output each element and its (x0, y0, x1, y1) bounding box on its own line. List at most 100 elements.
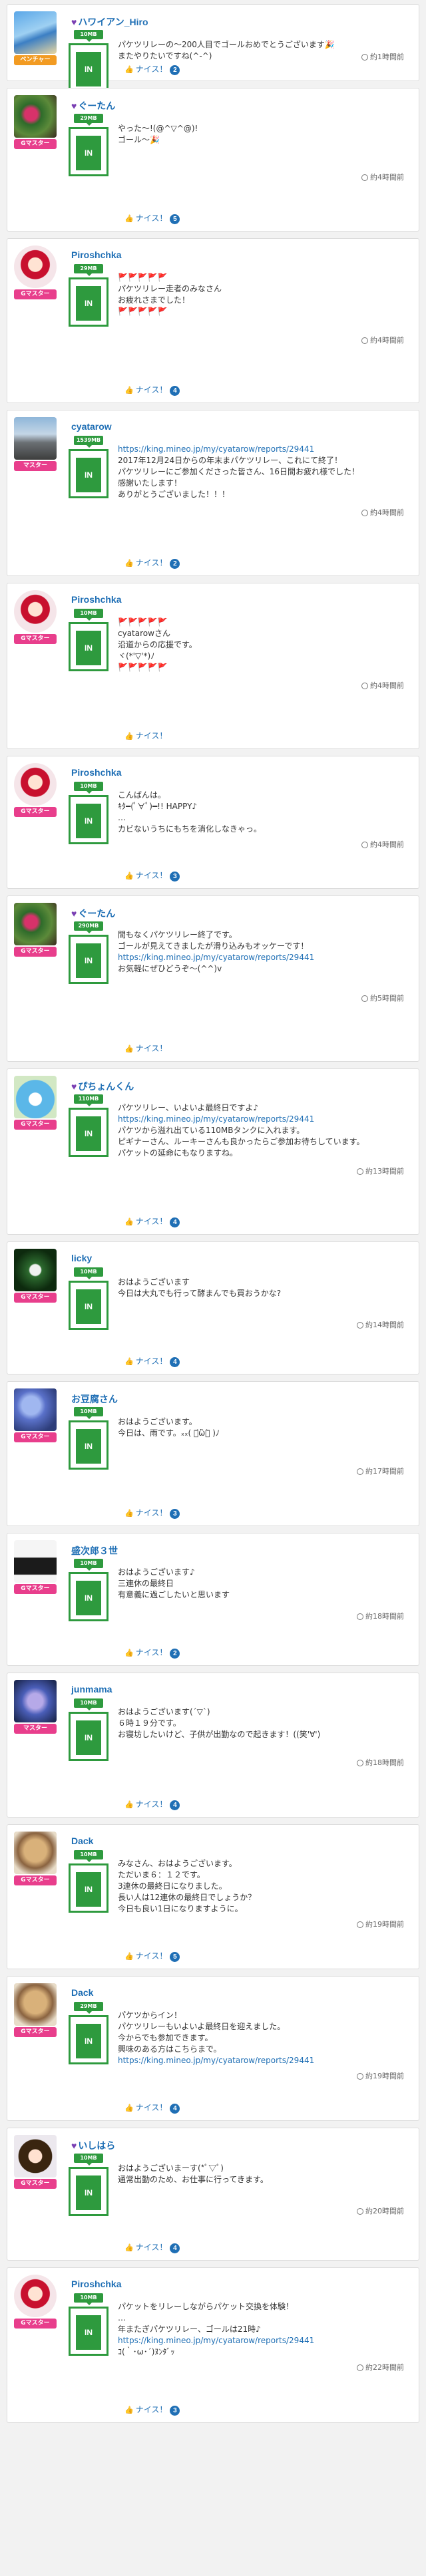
thumbs-up-icon: 👍 (124, 66, 134, 74)
thumbs-up-icon: 👍 (124, 1953, 134, 1961)
nice-button[interactable]: 👍 ナイス！ (124, 730, 167, 741)
avatar[interactable] (14, 417, 57, 460)
nice-button[interactable]: 👍 ナイス！ 4 (124, 1798, 180, 1810)
nice-label: ナイス！ (135, 558, 168, 567)
avatar[interactable] (14, 763, 57, 806)
tank-in-label: IN (76, 2315, 101, 2350)
packet-amount-tag: 10MB (74, 2154, 103, 2166)
report-link[interactable]: https://king.mineo.jp/my/cyatarow/report… (118, 952, 408, 963)
packet-amount-tag: 10MB (74, 1407, 103, 1419)
user-name: お豆腐さん (71, 1394, 118, 1404)
avatar[interactable] (14, 245, 57, 288)
post-timestamp: 約4時間前 (361, 172, 404, 182)
user-name-link[interactable]: Piroshchka (71, 249, 121, 260)
user-name-link[interactable]: ♥ ぴちょんくん (71, 1080, 134, 1093)
user-name-link[interactable]: Piroshchka (71, 767, 121, 778)
nice-button[interactable]: 👍 ナイス！ 2 (124, 1647, 180, 1659)
thumbs-up-icon: 👍 (124, 2406, 134, 2414)
rank-badge: Gマスター (14, 947, 57, 957)
avatar[interactable] (14, 2135, 57, 2177)
avatar[interactable] (14, 1983, 57, 2026)
avatar[interactable] (14, 903, 57, 945)
message-line: ゴールが見えてきましたが滑り込みもオッケーです！ (118, 941, 309, 951)
avatar[interactable] (14, 1832, 57, 1874)
report-link[interactable]: https://king.mineo.jp/my/cyatarow/report… (118, 2335, 408, 2346)
report-link[interactable]: https://king.mineo.jp/my/cyatarow/report… (118, 1114, 408, 1125)
message-line: ６時１９分です。 (118, 1718, 181, 1728)
post-timestamp: 約5時間前 (361, 993, 404, 1003)
post-timestamp: 約13時間前 (357, 1166, 404, 1176)
rank-badge: Gマスター (14, 634, 57, 644)
message-line: 3連休の最終日になりました。 (118, 1881, 227, 1891)
nice-button[interactable]: 👍 ナイス！ (124, 1043, 167, 1054)
user-name-link[interactable]: Piroshchka (71, 594, 121, 605)
nice-button[interactable]: 👍 ナイス！ 3 (124, 870, 180, 882)
thumbs-up-icon: 👍 (124, 872, 134, 880)
nice-button[interactable]: 👍 ナイス！ 5 (124, 212, 180, 224)
user-name: 盛次郎３世 (71, 1545, 118, 1556)
avatar[interactable] (14, 1680, 57, 1722)
user-name-link[interactable]: junmama (71, 1684, 112, 1694)
user-name-link[interactable]: 盛次郎３世 (71, 1544, 118, 1557)
rank-badge: Gマスター (14, 2027, 57, 2037)
user-name-link[interactable]: ♥ ぐーたん (71, 99, 115, 112)
packet-amount-tag: 10MB (74, 1559, 103, 1571)
post-message: パケツリレー、いよいよ最終日ですよ♪ https://king.mineo.jp/… (118, 1102, 408, 1159)
avatar[interactable] (14, 1388, 57, 1431)
packet-amount-tag: 10MB (74, 782, 103, 794)
tank-in-icon: IN (69, 1572, 108, 1621)
user-name-link[interactable]: ♥ いしはら (71, 2139, 115, 2152)
user-name: ハワイアン_Hiro (78, 17, 148, 27)
post-card: Gマスター 盛次郎３世 10MB IN おはようございます♪ 三連休の最終日 有意義に過ごし… (7, 1533, 419, 1666)
message-line: パケツリレーにご参加くださった皆さん、16日間お疲れ様でした！ (118, 467, 360, 476)
nice-button[interactable]: 👍 ナイス！ 2 (124, 63, 180, 75)
message-line: ｷﾀ━(ﾟ∀ﾟ)━!! HAPPY♪ (118, 802, 198, 811)
avatar[interactable] (14, 95, 57, 138)
nice-label: ナイス！ (135, 1357, 168, 1366)
nice-button[interactable]: 👍 ナイス！ 4 (124, 2241, 180, 2253)
avatar[interactable] (14, 11, 57, 54)
message-line: パケットをリレーしながらパケット交換を体験！ (118, 2302, 294, 2311)
post-card: Gマスター お豆腐さん 10MB IN おはようございます。 今日は、雨です。ₓₓ( ･᷄… (7, 1381, 419, 1526)
post-message: 間もなくパケツリレー終了です。 ゴールが見えてきましたが滑り込みもオッケーです！ h… (118, 929, 408, 975)
post-message: おはようございます。 今日は、雨です。ₓₓ( ･᷄ὢ･᷅ )ﾉ (118, 1416, 408, 1439)
avatar[interactable] (14, 1076, 57, 1118)
user-name: licky (71, 1253, 93, 1263)
tank-in-icon: IN (69, 2167, 108, 2216)
user-name-link[interactable]: Piroshchka (71, 2279, 121, 2289)
user-name-link[interactable]: お豆腐さん (71, 1392, 118, 1406)
message-line: みなさん、おはようございます。 (118, 1859, 237, 1868)
tank-in-icon: IN (69, 935, 108, 984)
avatar[interactable] (14, 1540, 57, 1583)
avatar[interactable] (14, 1249, 57, 1291)
message-line: 年またぎパケツリレー、ゴールは21時♪ (118, 2325, 261, 2334)
nice-button[interactable]: 👍 ナイス！ 4 (124, 1215, 180, 1227)
user-name-link[interactable]: cyatarow (71, 421, 112, 432)
avatar[interactable] (14, 590, 57, 633)
nice-button[interactable]: 👍 ナイス！ 3 (124, 2404, 180, 2416)
message-line: 🚩🚩🚩🚩🚩 (118, 617, 168, 627)
user-name-link[interactable]: ♥ ぐーたん (71, 907, 115, 920)
nice-button[interactable]: 👍 ナイス！ 4 (124, 1355, 180, 1367)
nice-count: 3 (170, 2406, 180, 2416)
nice-button[interactable]: 👍 ナイス！ 4 (124, 2102, 180, 2114)
nice-button[interactable]: 👍 ナイス！ 3 (124, 1507, 180, 1519)
user-name-link[interactable]: licky (71, 1253, 92, 1263)
tank-in-label: IN (76, 943, 101, 978)
post-card: Gマスター ♥ いしはら 10MB IN おはようございまーす(*ﾟ▽ﾟ) 通常出勤のため、… (7, 2128, 419, 2261)
tank-in-icon: IN (69, 1108, 108, 1157)
report-link[interactable]: https://king.mineo.jp/my/cyatarow/report… (118, 444, 408, 455)
user-name-link[interactable]: Dack (71, 1987, 93, 1998)
nice-count: 2 (170, 559, 180, 569)
user-name-link[interactable]: ♥ ハワイアン_Hiro (71, 15, 148, 29)
report-link[interactable]: https://king.mineo.jp/my/cyatarow/report… (118, 2055, 408, 2066)
nice-button[interactable]: 👍 ナイス！ 4 (124, 384, 180, 396)
thumbs-up-icon: 👍 (124, 1510, 134, 1518)
heart-icon: ♥ (71, 908, 77, 919)
post-timestamp: 約4時間前 (361, 680, 404, 691)
nice-label: ナイス！ (135, 2243, 168, 2252)
user-name-link[interactable]: Dack (71, 1836, 93, 1846)
nice-button[interactable]: 👍 ナイス！ 2 (124, 557, 180, 569)
avatar[interactable] (14, 2275, 57, 2317)
nice-button[interactable]: 👍 ナイス！ 5 (124, 1950, 180, 1962)
